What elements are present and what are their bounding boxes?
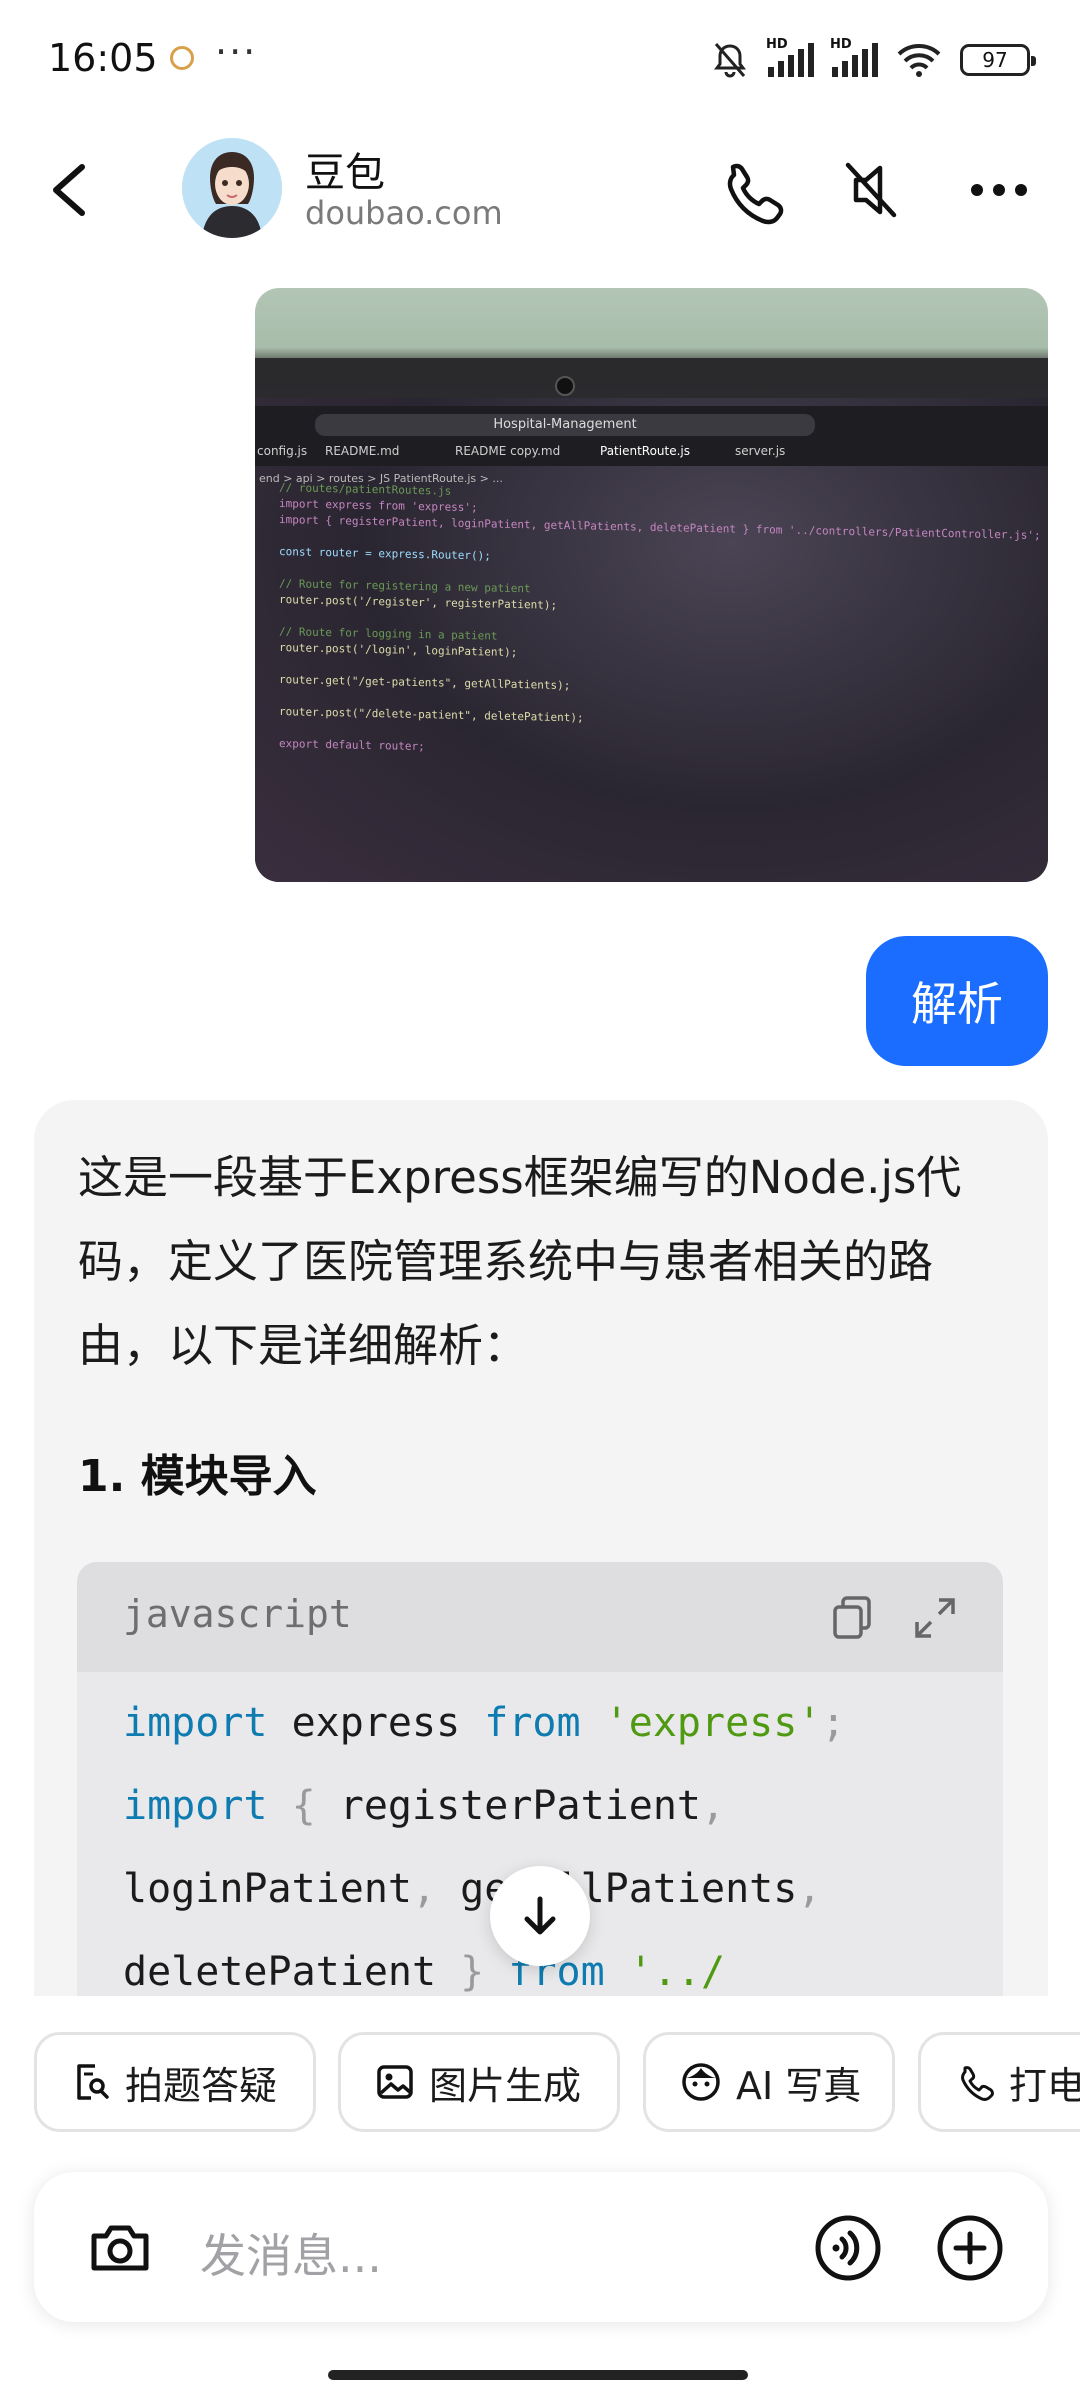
chip-label: 拍题答疑: [125, 2063, 278, 2108]
code-token: ,: [411, 1866, 437, 1912]
phone-icon: [961, 2066, 994, 2101]
chat-subtitle: doubao.com: [305, 194, 503, 232]
status-icons: HD HD 97: [710, 37, 1036, 82]
user-message-bubble[interactable]: 解析: [866, 936, 1048, 1066]
battery-level: 97: [982, 48, 1008, 72]
code-token: import: [123, 1783, 268, 1829]
code-token: deletePatient: [123, 1949, 437, 1995]
bell-muted-icon: [714, 43, 746, 78]
wifi-icon: [897, 44, 941, 77]
chat-header: 豆包 doubao.com: [0, 130, 1080, 250]
search-doc-icon: [77, 2064, 109, 2100]
photo-code: // routes/patientRoutes.js import expres…: [279, 480, 1041, 768]
photo-message[interactable]: Hospital-Management config.js README.md …: [255, 288, 1048, 882]
message-input-bar: 发消息...: [34, 2172, 1048, 2322]
editor-tab-active: PatientRoute.js: [600, 444, 691, 458]
scroll-to-bottom-button[interactable]: [490, 1866, 590, 1966]
editor-tab: server.js: [735, 444, 786, 458]
hd-label-2: HD: [830, 37, 852, 52]
signal-icon: HD: [766, 37, 814, 77]
home-indicator[interactable]: [328, 2370, 748, 2380]
chip-label: 图片生成: [429, 2063, 582, 2108]
code-line: import { registerPatient,: [123, 1765, 846, 1848]
answer-heading: 1. 模块导入: [78, 1451, 317, 1502]
code-token: registerPatient: [339, 1783, 701, 1829]
chip-label: 打电话: [1009, 2063, 1080, 2108]
avatar-illustration: [182, 138, 282, 238]
editor-tab: README copy.md: [455, 444, 561, 458]
copy-icon[interactable]: [825, 1590, 881, 1646]
image-icon: [377, 2065, 413, 2099]
code-language-label: javascript: [123, 1592, 352, 1636]
quick-action-ai-portrait[interactable]: AI 写真: [643, 2032, 895, 2132]
quick-action-image-gen[interactable]: 图片生成: [338, 2032, 620, 2132]
signal-icon-2: HD: [830, 37, 878, 77]
avatar[interactable]: [182, 138, 282, 238]
quick-action-call[interactable]: 打电话: [918, 2032, 1080, 2132]
arrow-down-icon: [524, 1896, 556, 1935]
voice-call-icon[interactable]: [812, 2212, 884, 2284]
code-token: 'express': [604, 1700, 822, 1746]
status-time: 16:05: [48, 36, 158, 80]
laptop-camera: [555, 376, 575, 396]
code-token: {: [267, 1783, 340, 1829]
phone-call-icon[interactable]: [715, 155, 785, 225]
hd-label: HD: [766, 37, 788, 52]
editor-tab: config.js: [257, 444, 308, 458]
code-token: ,: [797, 1866, 822, 1912]
code-token: import: [123, 1700, 268, 1746]
code-block-header: javascript: [77, 1562, 1003, 1672]
plus-icon[interactable]: [934, 2212, 1006, 2284]
code-token: express: [267, 1700, 485, 1746]
message-input[interactable]: 发消息...: [200, 2220, 382, 2286]
expand-icon[interactable]: [907, 1590, 963, 1646]
code-token: loginPatient: [123, 1866, 412, 1912]
code-token: }: [436, 1949, 509, 1995]
code-line: loginPatient, getAllPatients,: [123, 1848, 846, 1931]
speaker-muted-icon[interactable]: [836, 155, 906, 225]
code-token: from: [484, 1700, 581, 1746]
chip-label: AI 写真: [736, 2063, 862, 2108]
status-bar: 16:05 ··· HD HD 97: [0, 0, 1080, 120]
more-options-icon[interactable]: [964, 155, 1034, 225]
code-body: import express from 'express'; import { …: [123, 1682, 846, 2014]
notification-app-icon: [170, 46, 194, 70]
code-token: '../: [628, 1949, 726, 1995]
more-notifications-icon: ···: [215, 30, 258, 74]
chat-title: 豆包: [305, 150, 385, 196]
editor-tab: README.md: [325, 444, 400, 458]
back-arrow-icon[interactable]: [40, 155, 100, 225]
editor-search-bar: Hospital-Management: [315, 414, 815, 436]
laptop-bezel: [255, 358, 1048, 388]
battery-icon: 97: [960, 44, 1036, 76]
quick-action-photo-question[interactable]: 拍题答疑: [34, 2032, 316, 2132]
camera-icon[interactable]: [84, 2212, 156, 2284]
code-line: import express from 'express';: [123, 1682, 846, 1765]
answer-intro: 这是一段基于Express框架编写的Node.js代码，定义了医院管理系统中与患…: [78, 1151, 962, 1372]
face-icon: [682, 2063, 720, 2101]
code-token: ,: [700, 1783, 726, 1829]
code-token: ;: [821, 1700, 846, 1746]
